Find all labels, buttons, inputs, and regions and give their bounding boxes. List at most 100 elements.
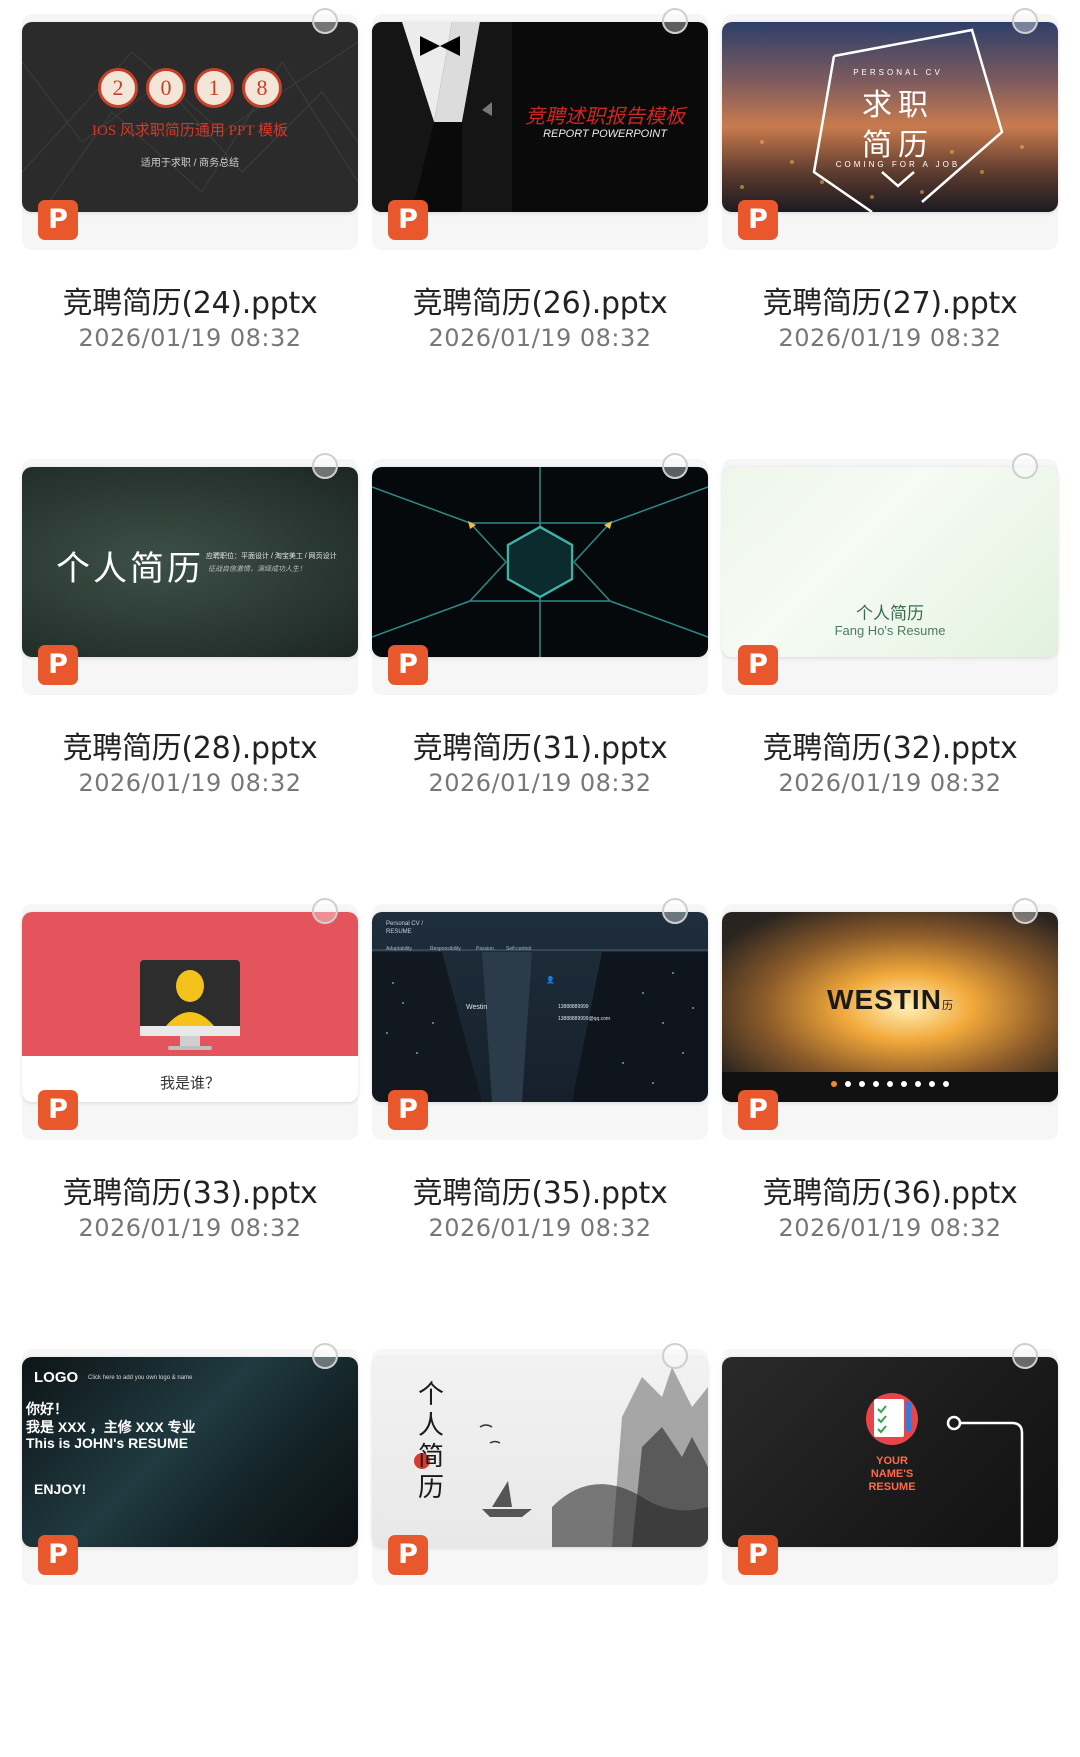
svg-text:👤: 👤 bbox=[546, 975, 555, 984]
thumb-subtitle: REPORT POWERPOINT bbox=[543, 128, 667, 140]
thumb-line3: This is JOHN's RESUME bbox=[26, 1435, 189, 1451]
ppt-file-icon: P bbox=[388, 645, 428, 685]
file-card[interactable]: 个人简历 Fang Ho's Resume P 竞聘简历(32).pptx 20… bbox=[722, 453, 1058, 867]
resume-icon-illustration bbox=[866, 1393, 1024, 1547]
file-card[interactable]: 个人简历 P bbox=[372, 1343, 708, 1757]
thumbnail-pattern bbox=[22, 41, 358, 212]
file-card[interactable]: 个人简历 应聘职位：平面设计 / 淘宝美工 / 网页设计 征战自信激情，演绎成功… bbox=[22, 453, 358, 867]
ppt-file-icon: P bbox=[38, 200, 78, 240]
file-date: 2026/01/19 08:32 bbox=[78, 769, 302, 797]
select-checkbox[interactable] bbox=[662, 898, 688, 924]
ppt-file-icon: P bbox=[738, 1535, 778, 1575]
file-card[interactable]: 竞聘述职报告模板 REPORT POWERPOINT P 竞聘简历(26).pp… bbox=[372, 8, 708, 422]
digit: 2 bbox=[98, 68, 138, 108]
thumbnail[interactable]: 👤 Personal CV / RESUME Adaptability Resp… bbox=[372, 912, 708, 1102]
year-digits: 2 0 1 8 bbox=[98, 68, 282, 108]
thumb-meta: 应聘职位：平面设计 / 淘宝美工 / 网页设计 bbox=[206, 553, 337, 560]
file-name[interactable]: 竞聘简历(32).pptx bbox=[722, 723, 1058, 767]
select-checkbox[interactable] bbox=[312, 898, 338, 924]
thumb-slogan: 征战自信激情，演绎成功人生！ bbox=[208, 566, 306, 573]
thumb-subtitle: 适用于求职 / 商务总结 bbox=[140, 158, 240, 169]
thumb-tab: Self-control bbox=[506, 946, 532, 952]
file-date: 2026/01/19 08:32 bbox=[778, 324, 1002, 352]
thumbnail[interactable]: WESTIN历 bbox=[722, 912, 1058, 1102]
select-checkbox[interactable] bbox=[312, 8, 338, 34]
thumb-tab: Responsibility bbox=[430, 946, 461, 952]
thumb-logo: LOGO bbox=[34, 1369, 79, 1386]
thumbnail[interactable]: LOGO Click here to add you own logo & na… bbox=[22, 1357, 358, 1547]
select-checkbox[interactable] bbox=[312, 1343, 338, 1369]
file-date: 2026/01/19 08:32 bbox=[778, 769, 1002, 797]
thumbnail[interactable]: 个人简历 Fang Ho's Resume bbox=[722, 467, 1058, 657]
thumb-line1: 你好！ bbox=[26, 1401, 68, 1417]
thumb-top-text: PERSONAL CV bbox=[853, 68, 943, 77]
file-card[interactable]: 我是谁？ P 竞聘简历(33).pptx 2026/01/19 08:32 bbox=[22, 898, 358, 1312]
thumb-line2: 我是 XXX ，主修 XXX 专业 bbox=[26, 1419, 196, 1435]
file-date: 2026/01/19 08:32 bbox=[428, 324, 652, 352]
thumb-hint: Click here to add you own logo & name bbox=[88, 1375, 193, 1381]
file-date: 2026/01/19 08:32 bbox=[428, 769, 652, 797]
file-date: 2026/01/19 08:32 bbox=[778, 1214, 1002, 1242]
file-card[interactable]: PERSONAL CV 求职 简历 COMING FOR A JOB P 竞聘简… bbox=[722, 8, 1058, 422]
file-name[interactable]: 竞聘简历(33).pptx bbox=[22, 1168, 358, 1212]
thumb-line4: ENJOY! bbox=[34, 1481, 87, 1497]
ppt-file-icon: P bbox=[38, 1535, 78, 1575]
file-name[interactable]: 竞聘简历(35).pptx bbox=[372, 1168, 708, 1212]
digit: 8 bbox=[242, 68, 282, 108]
hexagon-illustration bbox=[372, 467, 708, 657]
thumbnail[interactable] bbox=[372, 467, 708, 657]
file-card[interactable]: 2 0 1 8 IOS 风求职简历通用 PPT 模板 适用于求职 / 商务总结 … bbox=[22, 8, 358, 422]
thumb-title: 竞聘述职报告模板 bbox=[525, 106, 685, 128]
ppt-file-icon: P bbox=[38, 1090, 78, 1130]
select-checkbox[interactable] bbox=[662, 1343, 688, 1369]
carousel-dots bbox=[831, 1081, 949, 1087]
skyscraper-illustration: 👤 bbox=[372, 949, 708, 1102]
file-grid: 2 0 1 8 IOS 风求职简历通用 PPT 模板 适用于求职 / 商务总结 … bbox=[0, 0, 1080, 1585]
select-checkbox[interactable] bbox=[312, 453, 338, 479]
file-name[interactable]: 竞聘简历(24).pptx bbox=[22, 278, 358, 322]
file-card[interactable]: LOGO Click here to add you own logo & na… bbox=[22, 1343, 358, 1757]
select-checkbox[interactable] bbox=[662, 453, 688, 479]
ppt-file-icon: P bbox=[38, 645, 78, 685]
thumb-title: 个人简历 bbox=[856, 604, 924, 623]
thumb-tab: Adaptability bbox=[386, 946, 412, 952]
thumb-email: 13888889999@qq.com bbox=[558, 1016, 611, 1022]
ppt-file-icon: P bbox=[388, 1090, 428, 1130]
file-name[interactable]: 竞聘简历(28).pptx bbox=[22, 723, 358, 767]
select-checkbox[interactable] bbox=[1012, 898, 1038, 924]
thumb-header: Personal CV / RESUME bbox=[386, 921, 424, 935]
select-checkbox[interactable] bbox=[1012, 1343, 1038, 1369]
thumb-brand: Westin bbox=[466, 1004, 488, 1011]
thumbnail[interactable]: 个人简历 bbox=[372, 1357, 708, 1547]
file-name[interactable]: 竞聘简历(27).pptx bbox=[722, 278, 1058, 322]
thumbnail[interactable]: 我是谁？ bbox=[22, 912, 358, 1102]
file-date: 2026/01/19 08:32 bbox=[428, 1214, 652, 1242]
digit: 1 bbox=[194, 68, 234, 108]
file-card[interactable]: WESTIN历 P 竞聘简历(36).pptx 2026/01/19 08:32 bbox=[722, 898, 1058, 1312]
select-checkbox[interactable] bbox=[662, 8, 688, 34]
thumb-title-line2: 简历 bbox=[862, 129, 934, 162]
file-name[interactable]: 竞聘简历(26).pptx bbox=[372, 278, 708, 322]
file-name[interactable]: 竞聘简历(36).pptx bbox=[722, 1168, 1058, 1212]
thumb-tab: Passion bbox=[476, 946, 494, 952]
ppt-file-icon: P bbox=[388, 1535, 428, 1575]
ppt-file-icon: P bbox=[738, 1090, 778, 1130]
file-card[interactable]: YOUR NAME'S RESUME P bbox=[722, 1343, 1058, 1757]
ppt-file-icon: P bbox=[388, 200, 428, 240]
thumb-title: 个人简历 bbox=[418, 1380, 445, 1502]
thumbnail[interactable]: PERSONAL CV 求职 简历 COMING FOR A JOB bbox=[722, 22, 1058, 212]
file-name[interactable]: 竞聘简历(31).pptx bbox=[372, 723, 708, 767]
thumb-title-line1: 求职 bbox=[862, 89, 934, 122]
file-date: 2026/01/19 08:32 bbox=[78, 1214, 302, 1242]
thumbnail[interactable]: 个人简历 应聘职位：平面设计 / 淘宝美工 / 网页设计 征战自信激情，演绎成功… bbox=[22, 467, 358, 657]
thumb-subtitle: Fang Ho's Resume bbox=[834, 623, 946, 638]
select-checkbox[interactable] bbox=[1012, 8, 1038, 34]
thumb-title: 个人简历 bbox=[56, 550, 204, 588]
select-checkbox[interactable] bbox=[1012, 453, 1038, 479]
file-card[interactable]: 👤 Personal CV / RESUME Adaptability Resp… bbox=[372, 898, 708, 1312]
thumbnail[interactable]: 竞聘述职报告模板 REPORT POWERPOINT bbox=[372, 22, 708, 212]
ppt-file-icon: P bbox=[738, 200, 778, 240]
thumbnail[interactable]: 2 0 1 8 IOS 风求职简历通用 PPT 模板 适用于求职 / 商务总结 bbox=[22, 22, 358, 212]
thumbnail[interactable]: YOUR NAME'S RESUME bbox=[722, 1357, 1058, 1547]
file-card[interactable]: P 竞聘简历(31).pptx 2026/01/19 08:32 bbox=[372, 453, 708, 867]
